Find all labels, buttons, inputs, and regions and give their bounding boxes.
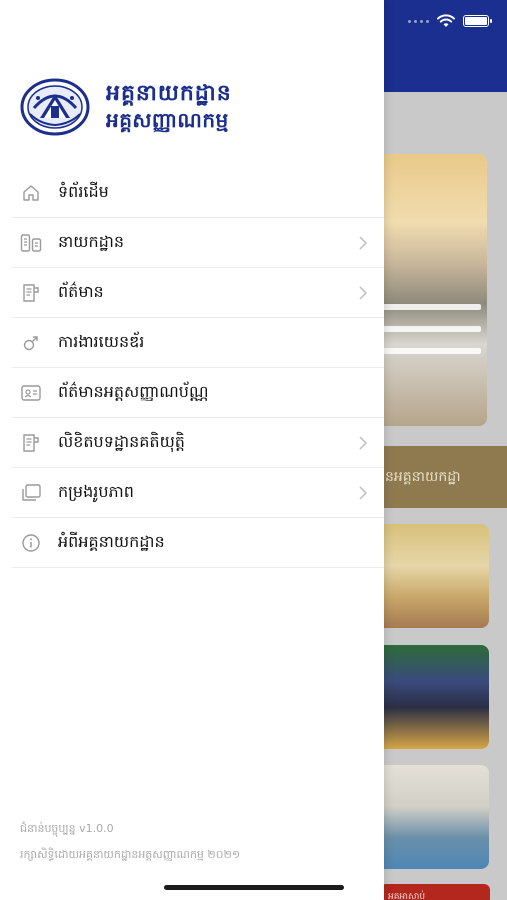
wifi-icon bbox=[437, 14, 455, 27]
menu-item-id-card[interactable]: ព័ត៌មានអត្តសញ្ញាណប័ណ្ណ bbox=[12, 368, 384, 418]
chevron-right-icon bbox=[356, 435, 370, 450]
news-icon bbox=[18, 280, 44, 306]
departments-icon bbox=[18, 230, 44, 256]
menu-item-label: ព័ត៌មាន bbox=[58, 281, 104, 301]
version-text: ជំនាន់បច្ចុប្បន្ន v1.0.0 bbox=[20, 822, 114, 835]
status-bar bbox=[408, 14, 492, 28]
news-hero-image[interactable] bbox=[375, 154, 487, 426]
menu-item-label: ទំព័រដើម bbox=[58, 181, 109, 201]
menu-item-about[interactable]: អំពីអគ្គនាយកដ្ឋាន bbox=[12, 518, 384, 568]
section-band: នអគ្គនាយកដ្ឋា bbox=[375, 446, 507, 508]
section-band-text: នអគ្គនាយកដ្ឋា bbox=[385, 468, 461, 485]
chevron-right-icon bbox=[356, 485, 370, 500]
menu-item-label: ការងារយេនឌ័រ bbox=[58, 331, 145, 351]
brand-title: អគ្គនាយកដ្ឋាន អគ្គសញ្ញាណកម្ម bbox=[106, 81, 232, 133]
menu-item-legal-documents[interactable]: លិខិតបទដ្ឋានគតិយុត្តិ bbox=[12, 418, 384, 468]
chevron-right-icon bbox=[356, 285, 370, 300]
menu-item-label: កម្រងរូបភាព bbox=[58, 481, 134, 501]
news-thumbnail[interactable] bbox=[375, 765, 489, 869]
drawer-footer: ជំនាន់បច្ចុប្បន្ន v1.0.0 រក្សាសិទ្ធិដោយអ… bbox=[20, 816, 240, 868]
menu-item-news[interactable]: ព័ត៌មាន bbox=[12, 268, 384, 318]
gallery-icon bbox=[18, 480, 44, 506]
logo[interactable]: អគ្គនាយកដ្ឋាន អគ្គសញ្ញាណកម្ម bbox=[20, 78, 232, 136]
home-icon bbox=[18, 180, 44, 206]
news-thumbnail[interactable] bbox=[375, 645, 489, 749]
menu-item-departments[interactable]: នាយកដ្ឋាន bbox=[12, 218, 384, 268]
menu-item-home[interactable]: ទំព័រដើម bbox=[12, 168, 384, 218]
info-icon bbox=[18, 530, 44, 556]
home-indicator[interactable] bbox=[164, 885, 344, 890]
menu-item-label: នាយកដ្ឋាន bbox=[58, 231, 125, 251]
id-card-icon bbox=[18, 380, 44, 406]
menu-item-label: ព័ត៌មានអត្តសញ្ញាណប័ណ្ណ bbox=[58, 381, 209, 401]
red-tag-label: អគអាសាប់ bbox=[388, 892, 426, 900]
battery-icon bbox=[463, 15, 492, 27]
chevron-right-icon bbox=[356, 235, 370, 250]
brand-line-1: អគ្គនាយកដ្ឋាន bbox=[106, 81, 232, 106]
news-thumbnail[interactable] bbox=[375, 524, 489, 628]
menu-item-label: អំពីអគ្គនាយកដ្ឋាន bbox=[58, 531, 165, 551]
navigation-drawer: អគ្គនាយកដ្ឋាន អគ្គសញ្ញាណកម្ម ទំព័រដើម នា… bbox=[0, 0, 384, 900]
menu-item-label: លិខិតបទដ្ឋានគតិយុត្តិ bbox=[58, 431, 185, 451]
gender-icon bbox=[18, 330, 44, 356]
emblem-icon bbox=[20, 78, 90, 136]
red-tag: អគអាសាប់ bbox=[380, 884, 490, 900]
menu-item-gallery[interactable]: កម្រងរូបភាព bbox=[12, 468, 384, 518]
signal-icon bbox=[408, 19, 429, 23]
brand-line-2: អគ្គសញ្ញាណកម្ម bbox=[106, 108, 229, 132]
copyright-text: រក្សាសិទ្ធិដោយអគ្គនាយកដ្ឋានអត្តសញ្ញាណកម្… bbox=[20, 848, 241, 861]
drawer-menu: ទំព័រដើម នាយកដ្ឋាន ព័ត៌មាន ការងារយេនឌ័រ bbox=[12, 168, 384, 568]
menu-item-gender[interactable]: ការងារយេនឌ័រ bbox=[12, 318, 384, 368]
legal-docs-icon bbox=[18, 430, 44, 456]
